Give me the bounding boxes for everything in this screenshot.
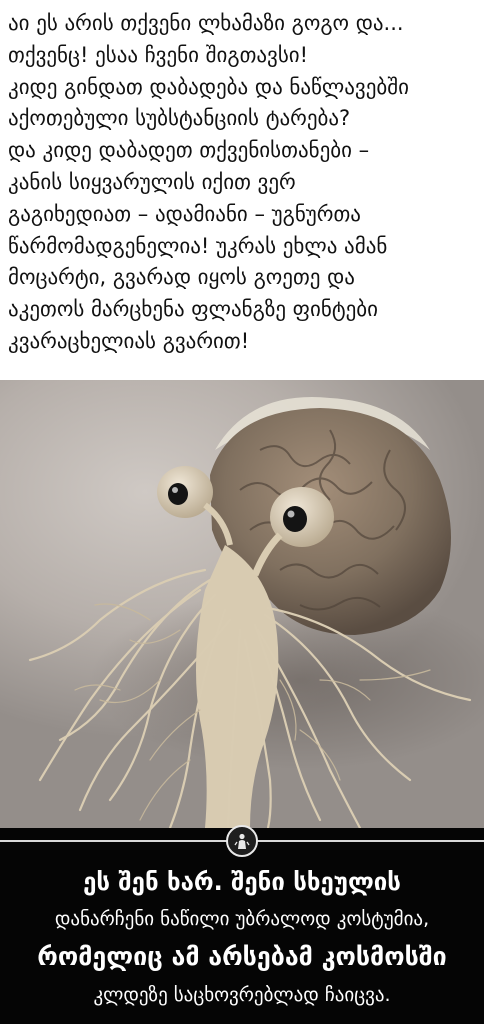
post-text-line: მოცარტი, გვარად იყოს გოეთე და — [8, 265, 355, 290]
brain-creature-photo — [0, 380, 484, 828]
post-text-line: წარმომადგენელია! უკრას ეხლა ამან — [8, 233, 388, 258]
post-text-line: აკეთოს მარცხენა ფლანგზე ფინტები — [8, 297, 378, 322]
figure-emblem-icon — [226, 825, 258, 857]
caption-line: ეს შენ ხარ. შენი სხეულის — [83, 868, 401, 896]
post-text-line: აი ეს არის თქვენი ლხამაზი გოგო და... — [8, 11, 404, 35]
post-text-line: აქოთებული სუბსტანციის ტარება? — [8, 106, 351, 131]
caption-line: კლდეზე საცხოვრებლად ჩაიცვა. — [93, 984, 391, 1006]
post-text-line: კვარაცხელიას გვარით! — [8, 328, 250, 353]
post-text-line: კანის სიყვარულის იქით ვერ — [8, 169, 296, 194]
post-text-line: თქვენც! ესაა ჩვენი შიგთავსი! — [8, 42, 309, 67]
caption-line: რომელიც ამ არსებამ კოსმოსში — [37, 942, 447, 971]
caption-line: დანარჩენი ნაწილი უბრალოდ კოსტუმია, — [54, 908, 430, 930]
post-text-line: გაგიხედიათ – ადამიანი – უგნურთა — [8, 201, 361, 226]
post-text-line: კიდე გინდათ დაბადება და ნაწლავებში — [8, 74, 409, 99]
post-text-line: და კიდე დაბადეთ თქვენისთანები – — [8, 138, 370, 163]
caption-panel: ეს შენ ხარ. შენი სხეულის დანარჩენი ნაწილ… — [0, 825, 484, 1024]
post-text: აი ეს არის თქვენი ლხამაზი გოგო და... თქვ… — [0, 0, 484, 380]
